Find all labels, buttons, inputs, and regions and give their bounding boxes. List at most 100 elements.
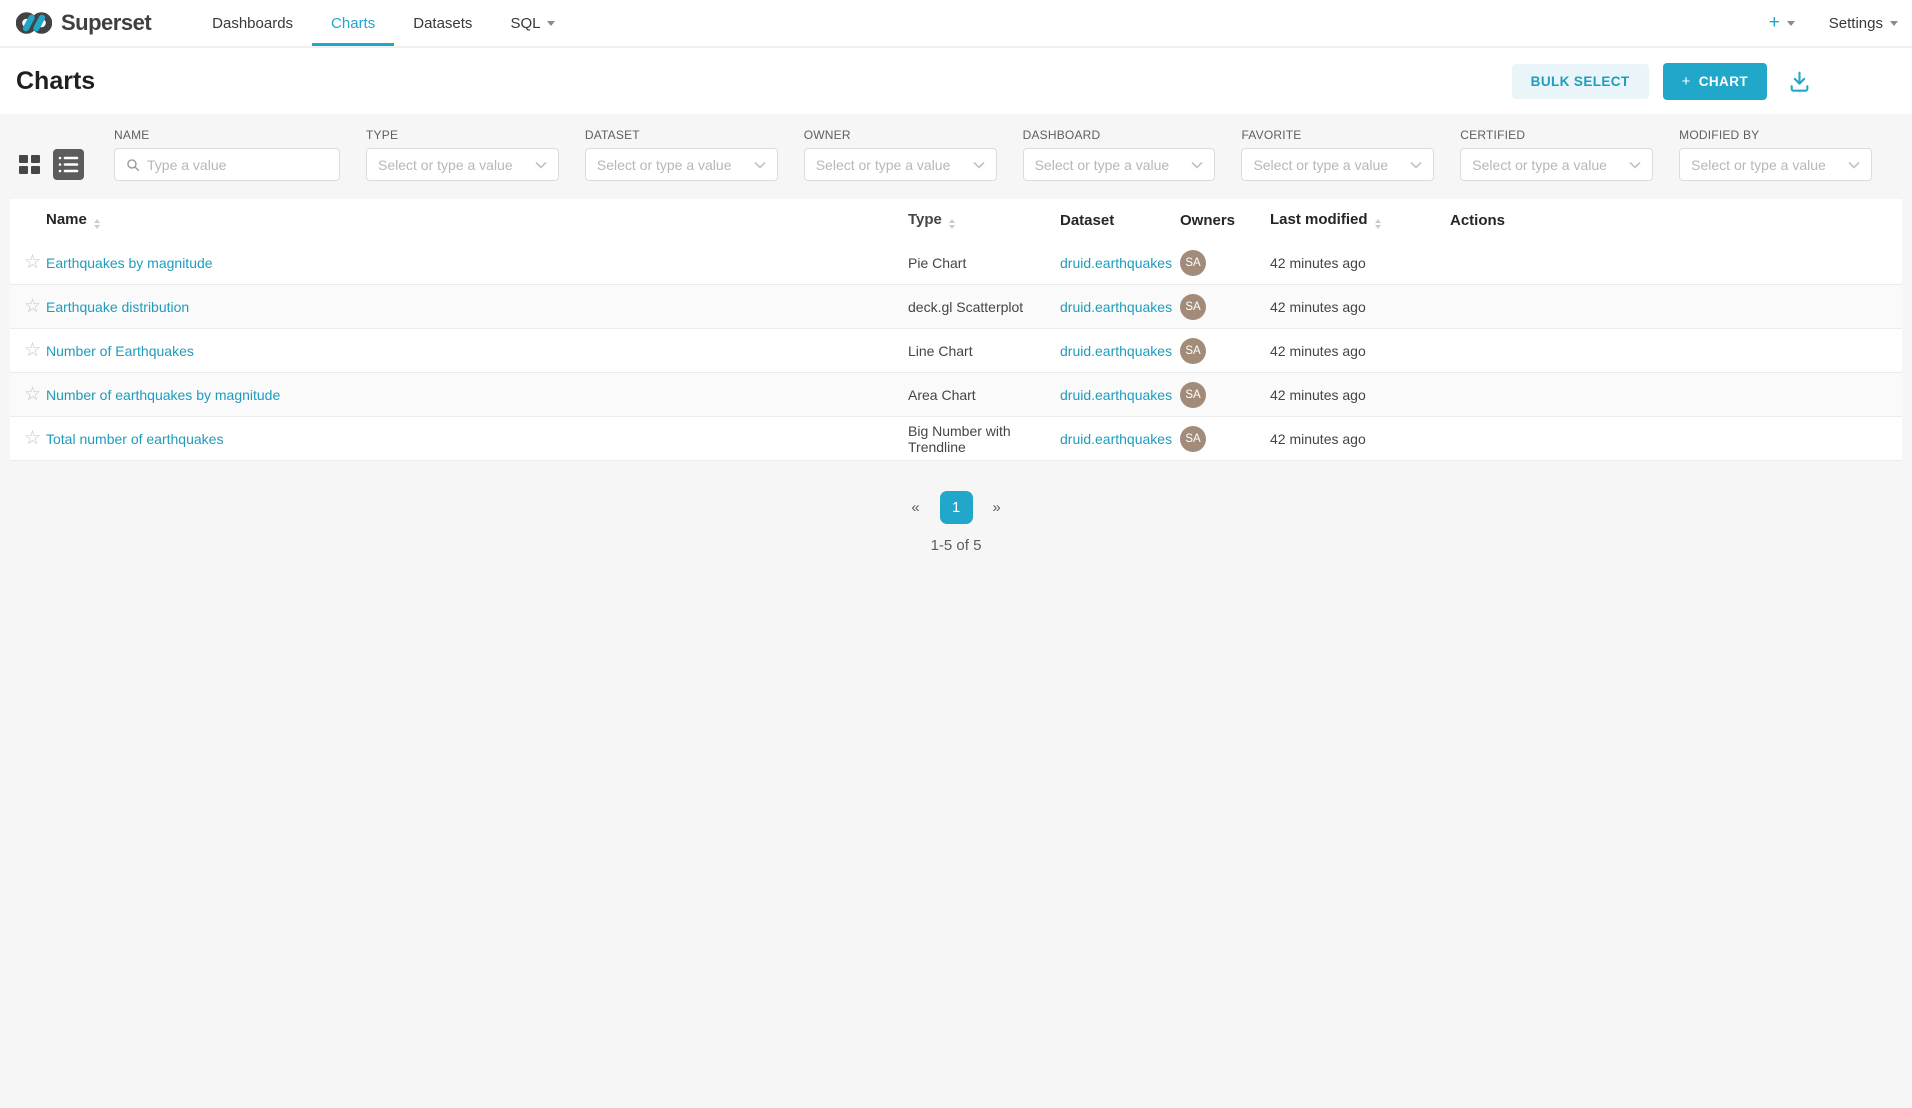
avatar[interactable]: SA (1180, 294, 1206, 320)
name-search-field[interactable] (114, 148, 340, 181)
chart-name-link[interactable]: Number of earthquakes by magnitude (46, 387, 280, 403)
chevron-down-icon (1410, 161, 1422, 169)
last-modified-cell: 42 minutes ago (1270, 343, 1450, 359)
chevron-down-icon (1787, 21, 1795, 26)
star-icon[interactable]: ☆ (24, 384, 41, 405)
table-row: ☆ Number of earthquakes by magnitude Are… (10, 373, 1902, 417)
dataset-link[interactable]: druid.earthquakes (1060, 255, 1172, 271)
avatar[interactable]: SA (1180, 338, 1206, 364)
last-modified-cell: 42 minutes ago (1270, 431, 1450, 447)
nav-item-sql[interactable]: SQL (491, 0, 574, 46)
chart-type-cell: Pie Chart (908, 255, 1060, 271)
view-toggles (16, 148, 88, 181)
last-modified-cell: 42 minutes ago (1270, 299, 1450, 315)
chevron-down-icon (973, 161, 985, 169)
star-icon[interactable]: ☆ (24, 296, 41, 317)
superset-logo[interactable]: Superset (16, 0, 151, 46)
chart-type-cell: Line Chart (908, 343, 1060, 359)
chart-name-cell: Number of earthquakes by magnitude (46, 387, 908, 403)
filter-label: TYPE (366, 128, 559, 142)
filter-type: TYPE Select or type a value (366, 128, 559, 181)
dataset-link[interactable]: druid.earthquakes (1060, 387, 1172, 403)
filter-label: OWNER (804, 128, 997, 142)
column-header-type[interactable]: Type (908, 211, 1060, 229)
dataset-cell: druid.earthquakes (1060, 387, 1180, 403)
chart-type-cell: deck.gl Scatterplot (908, 299, 1060, 315)
filter-modified-by: MODIFIED BY Select or type a value (1679, 128, 1872, 181)
column-header-owners: Owners (1180, 212, 1270, 229)
select-placeholder: Select or type a value (1472, 157, 1622, 173)
table-row: ☆ Earthquake distribution deck.gl Scatte… (10, 285, 1902, 329)
page-header: Charts BULK SELECT + CHART (0, 48, 1912, 114)
sort-icon (1375, 219, 1381, 229)
column-label: Last modified (1270, 211, 1368, 228)
dataset-link[interactable]: druid.earthquakes (1060, 299, 1172, 315)
favorite-cell: ☆ (10, 253, 46, 272)
dashboard-filter-select[interactable]: Select or type a value (1023, 148, 1216, 181)
owners-cell: SA (1180, 250, 1270, 276)
dataset-link[interactable]: druid.earthquakes (1060, 431, 1172, 447)
dataset-link[interactable]: druid.earthquakes (1060, 343, 1172, 359)
chevron-down-icon (1890, 21, 1898, 26)
bulk-select-button[interactable]: BULK SELECT (1512, 64, 1649, 99)
owner-filter-select[interactable]: Select or type a value (804, 148, 997, 181)
column-label: Owners (1180, 212, 1235, 229)
settings-menu-button[interactable]: Settings (1829, 15, 1898, 32)
table-row: ☆ Number of Earthquakes Line Chart druid… (10, 329, 1902, 373)
card-view-toggle[interactable] (16, 152, 42, 178)
list-view-toggle[interactable] (53, 149, 84, 180)
owners-cell: SA (1180, 338, 1270, 364)
list-icon (58, 155, 79, 174)
avatar[interactable]: SA (1180, 250, 1206, 276)
prev-page-button[interactable]: « (901, 491, 931, 524)
dataset-filter-select[interactable]: Select or type a value (585, 148, 778, 181)
filter-dashboard: DASHBOARD Select or type a value (1023, 128, 1216, 181)
column-header-name[interactable]: Name (46, 211, 908, 229)
filter-favorite: FAVORITE Select or type a value (1241, 128, 1434, 181)
favorite-cell: ☆ (10, 341, 46, 360)
chart-name-link[interactable]: Earthquake distribution (46, 299, 189, 315)
type-filter-select[interactable]: Select or type a value (366, 148, 559, 181)
chart-name-cell: Total number of earthquakes (46, 431, 908, 447)
nav-item-dashboards[interactable]: Dashboards (193, 0, 312, 46)
chart-name-link[interactable]: Number of Earthquakes (46, 343, 194, 359)
new-menu-button[interactable]: + (1769, 12, 1795, 34)
last-modified-cell: 42 minutes ago (1270, 255, 1450, 271)
column-header-last-modified[interactable]: Last modified (1270, 211, 1450, 229)
filter-owner: OWNER Select or type a value (804, 128, 997, 181)
plus-icon: + (1682, 73, 1691, 90)
chevron-down-icon (535, 161, 547, 169)
dataset-cell: druid.earthquakes (1060, 255, 1180, 271)
chart-name-link[interactable]: Earthquakes by magnitude (46, 255, 213, 271)
favorite-filter-select[interactable]: Select or type a value (1241, 148, 1434, 181)
chart-name-link[interactable]: Total number of earthquakes (46, 431, 223, 447)
navbar-right: + Settings (1769, 0, 1898, 46)
avatar[interactable]: SA (1180, 426, 1206, 452)
dataset-cell: druid.earthquakes (1060, 343, 1180, 359)
page-1-button[interactable]: 1 (940, 491, 973, 524)
select-placeholder: Select or type a value (1035, 157, 1185, 173)
nav-item-charts[interactable]: Charts (312, 0, 394, 46)
export-button[interactable] (1787, 69, 1812, 94)
certified-filter-select[interactable]: Select or type a value (1460, 148, 1653, 181)
table-header-row: Name Type Dataset Owners Last modified A… (10, 199, 1902, 241)
owners-cell: SA (1180, 426, 1270, 452)
select-placeholder: Select or type a value (1691, 157, 1841, 173)
plus-icon: + (1769, 12, 1780, 34)
nav-item-datasets[interactable]: Datasets (394, 0, 491, 46)
superset-logo-icon (16, 8, 52, 38)
filter-label: MODIFIED BY (1679, 128, 1872, 142)
star-icon[interactable]: ☆ (24, 428, 41, 449)
new-chart-button[interactable]: + CHART (1663, 63, 1767, 100)
name-filter-input[interactable] (147, 157, 328, 173)
page-title: Charts (16, 67, 95, 96)
avatar[interactable]: SA (1180, 382, 1206, 408)
star-icon[interactable]: ☆ (24, 340, 41, 361)
select-placeholder: Select or type a value (378, 157, 528, 173)
column-label: Actions (1450, 212, 1505, 229)
modified-by-filter-select[interactable]: Select or type a value (1679, 148, 1872, 181)
next-page-button[interactable]: » (982, 491, 1012, 524)
star-icon[interactable]: ☆ (24, 252, 41, 273)
nav-item-sql-label: SQL (510, 15, 540, 32)
table-row: ☆ Earthquakes by magnitude Pie Chart dru… (10, 241, 1902, 285)
